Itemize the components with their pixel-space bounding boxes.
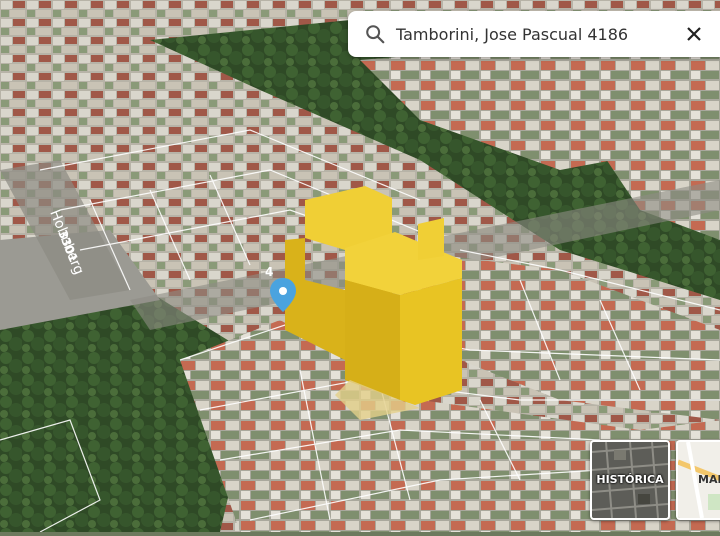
house-number-label: 4	[265, 265, 273, 279]
layer-historica-button[interactable]: HISTÓRICA	[590, 440, 670, 520]
building-front-right	[400, 278, 462, 405]
layer-historica-label: HISTÓRICA	[596, 473, 664, 486]
search-bar[interactable]: Tamborini, Jose Pascual 4186	[348, 11, 720, 57]
building-tower	[418, 218, 444, 260]
search-icon[interactable]	[364, 23, 386, 45]
search-input[interactable]: Tamborini, Jose Pascual 4186	[396, 25, 686, 44]
layer-mapa-label: MAPA	[698, 473, 720, 486]
close-icon[interactable]	[686, 26, 702, 42]
layer-mapa-button[interactable]: MAPA	[676, 440, 720, 520]
